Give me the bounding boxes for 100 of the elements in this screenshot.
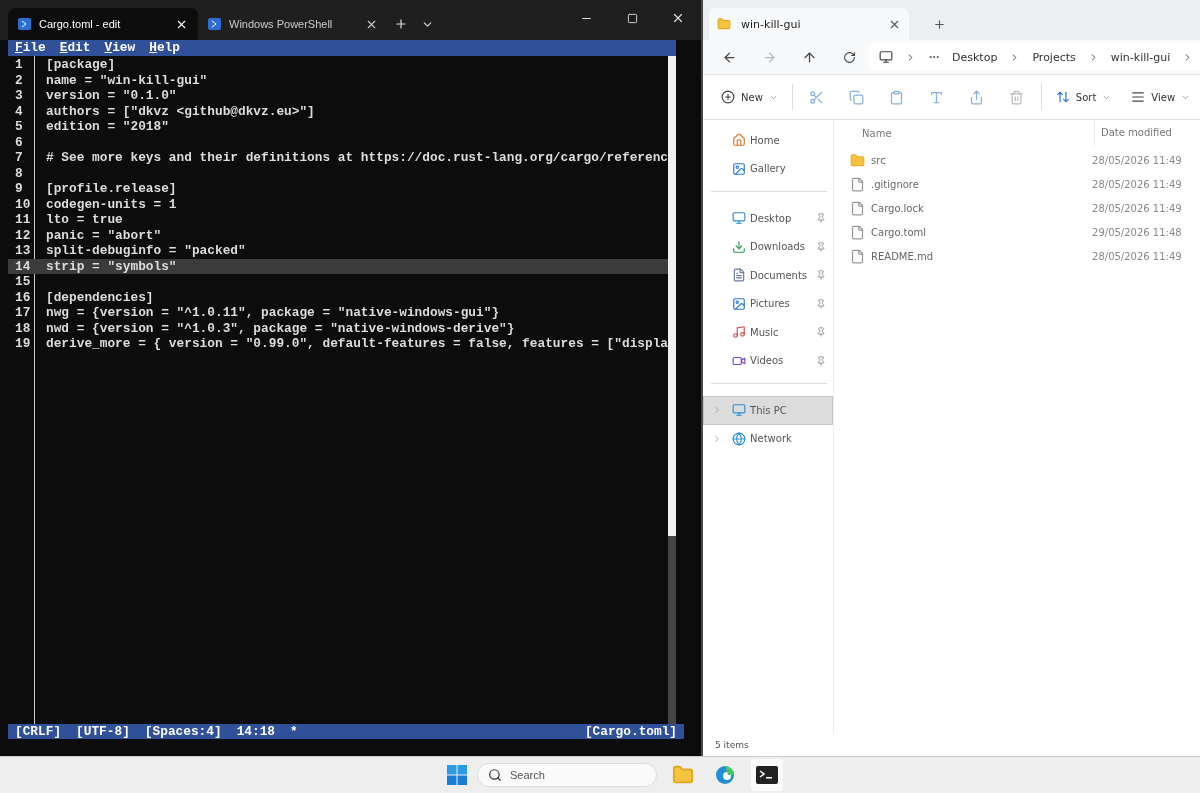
file-row[interactable]: .gitignore 28/05/2026 11:49 [834, 172, 1200, 196]
file-row[interactable]: README.md 28/05/2026 11:49 [834, 244, 1200, 268]
code-line: nwg = {version = "^1.0.11", package = "native-windows-gui"} [45, 305, 500, 321]
computer-icon [879, 50, 894, 64]
plus-icon[interactable] [394, 17, 408, 31]
sidebar-item[interactable]: This PC [703, 396, 834, 425]
item-count: 5 items [714, 739, 750, 753]
delete-icon[interactable] [1009, 89, 1025, 105]
line-number: 12 [14, 227, 32, 243]
line-number: 19 [14, 336, 32, 352]
file-name: README.md [871, 250, 934, 262]
sidebar-item[interactable]: Music [703, 318, 834, 347]
file-date: 28/05/2026 11:49 [1092, 178, 1182, 190]
sidebar-item[interactable]: Videos [703, 346, 834, 375]
terminal-icon[interactable] [756, 766, 778, 784]
powershell-icon [18, 18, 31, 30]
sidebar-item[interactable]: Network [703, 424, 834, 453]
menu-item[interactable]: Edit [59, 40, 91, 56]
pin-icon[interactable] [816, 213, 827, 224]
breadcrumb-item[interactable]: Desktop [952, 50, 998, 64]
plus-icon[interactable] [932, 17, 946, 31]
up-icon[interactable] [801, 49, 817, 65]
line-number: 2 [14, 72, 24, 88]
image-icon [732, 161, 747, 176]
code-line: codegen-units = 1 [45, 196, 177, 212]
sidebar-item[interactable]: Downloads [703, 232, 834, 261]
command-button[interactable]: Sort [1045, 90, 1122, 104]
file-icon [850, 200, 866, 216]
status-text: [CRLF] [15, 723, 62, 740]
code-line: panic = "abort" [45, 227, 162, 243]
file-name: Cargo.lock [871, 202, 924, 214]
add-icon[interactable] [721, 90, 736, 104]
code-line: version = "0.1.0" [45, 88, 177, 104]
sort-icon[interactable] [1055, 90, 1070, 104]
menu-item[interactable]: Help [149, 40, 180, 56]
cut-icon[interactable] [809, 89, 825, 105]
file-name-text: [Cargo.toml] [584, 723, 678, 740]
line-number: 17 [14, 305, 32, 321]
line-number: 8 [14, 165, 24, 181]
folder-icon[interactable] [672, 764, 694, 786]
maximize-icon[interactable] [626, 12, 638, 24]
code-line: # See more keys and their definitions at https://doc.rust-lang.org/cargo/referenc [45, 150, 669, 166]
scrollbar[interactable] [668, 56, 677, 724]
search-field[interactable]: Search [510, 764, 656, 786]
browser-icon[interactable] [715, 765, 735, 785]
sidebar-item[interactable]: Desktop [703, 204, 834, 233]
column-header[interactable]: Date modified [1094, 120, 1172, 146]
search-bar[interactable]: Search [477, 763, 657, 787]
code-line: nwd = {version = "^1.0.3", package = "native-windows-derive"} [45, 320, 515, 336]
line-number: 5 [14, 119, 24, 135]
explorer-tab[interactable]: win-kill-gui [709, 8, 910, 40]
file-name: .gitignore [871, 178, 919, 190]
file-row[interactable]: Cargo.toml 29/05/2026 11:48 [834, 220, 1200, 244]
globe-icon [732, 431, 747, 446]
line-number: 7 [14, 150, 24, 166]
command-button[interactable]: New [711, 90, 788, 104]
pin-icon[interactable] [816, 270, 827, 281]
pin-icon[interactable] [816, 241, 827, 252]
status-text: [UTF-8] [76, 723, 130, 740]
code-line: [package] [45, 57, 116, 73]
line-number: 1 [14, 57, 24, 73]
music-icon [732, 325, 747, 340]
search-icon [488, 768, 502, 782]
sidebar-item[interactable]: Pictures [703, 289, 834, 318]
menu-item[interactable]: File [15, 40, 46, 56]
file-row[interactable]: src 28/05/2026 11:49 [834, 148, 1200, 172]
terminal-tab[interactable]: Cargo.toml - edit [8, 8, 198, 40]
file-icon [850, 176, 866, 192]
sidebar-item[interactable]: Home [703, 126, 834, 155]
line-number: 11 [14, 212, 32, 228]
command-button[interactable]: View [1121, 90, 1200, 104]
menu-item[interactable]: View [104, 40, 136, 56]
status-text: 14:18 [236, 723, 276, 740]
image-icon [732, 296, 747, 311]
address-bar[interactable]: Desktop Projects win-kill-gui [869, 43, 1200, 71]
breadcrumb-item[interactable]: Projects [1032, 50, 1076, 64]
sidebar-item[interactable]: Documents [703, 261, 834, 290]
paste-icon[interactable] [889, 89, 905, 105]
forward-icon[interactable] [761, 49, 777, 65]
refresh-icon[interactable] [842, 50, 856, 64]
code-line: lto = true [45, 212, 123, 228]
share-icon[interactable] [969, 89, 985, 105]
sidebar-item[interactable]: Gallery [703, 154, 834, 183]
pin-icon[interactable] [816, 355, 827, 366]
pin-icon[interactable] [816, 298, 827, 309]
rename-icon[interactable] [929, 89, 945, 105]
powershell-icon [208, 18, 221, 30]
back-icon[interactable] [721, 49, 737, 65]
terminal-button[interactable] [751, 759, 783, 791]
column-header[interactable]: Name [834, 127, 1095, 139]
start-icon[interactable] [447, 765, 467, 785]
folder-icon [717, 17, 732, 31]
copy-icon[interactable] [849, 89, 865, 105]
breadcrumb-item[interactable]: win-kill-gui [1110, 50, 1171, 64]
code-line: [profile.release] [45, 181, 177, 197]
pin-icon[interactable] [816, 327, 827, 338]
file-row[interactable]: Cargo.lock 28/05/2026 11:49 [834, 196, 1200, 220]
code-line: derive_more = { version = "0.99.0", default-features = false, features = ["displa [45, 336, 669, 352]
list-icon[interactable] [1131, 90, 1146, 104]
file-date: 28/05/2026 11:49 [1092, 202, 1182, 214]
